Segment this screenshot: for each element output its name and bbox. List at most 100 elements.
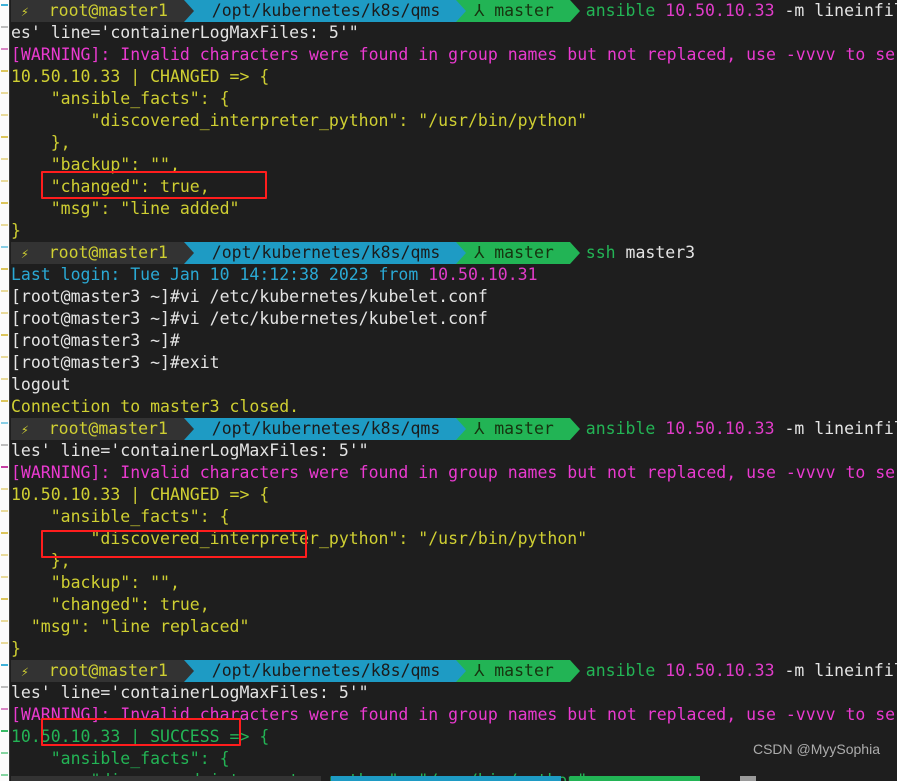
prompt-path-segment: /opt/kubernetes/k8s/qms [193, 660, 457, 682]
prompt-path-segment: /opt/kubernetes/k8s/qms [193, 418, 457, 440]
minimap-mark [1, 686, 8, 688]
status-line: 10.50.10.33 | CHANGED => { [11, 485, 270, 504]
watermark: CSDN @MyySophia [752, 741, 880, 757]
sliver-branch [570, 776, 701, 781]
minimap-mark [1, 400, 8, 402]
git-branch-icon: ⅄ [474, 243, 485, 262]
prompt-separator-icon [569, 242, 580, 264]
prompt-user-segment: ⚡ root@master1 [11, 0, 184, 22]
minimap-mark [1, 48, 8, 50]
lightning-icon: ⚡ [21, 5, 29, 20]
command-host: 10.50.10.33 [655, 419, 775, 438]
minimap-mark [1, 510, 8, 512]
json-output-line: }, [11, 551, 71, 570]
terminal-window[interactable]: ⚡ root@master1 /opt/kubernetes/k8s/qms ⅄… [0, 0, 897, 781]
terminal-screen[interactable]: ⚡ root@master1 /opt/kubernetes/k8s/qms ⅄… [11, 0, 897, 781]
prompt-separator-icon [456, 0, 467, 22]
warning-line: [WARNING]: Invalid characters were found… [11, 463, 896, 482]
prompt-separator-icon [569, 0, 580, 22]
command-text: ssh master3 [580, 242, 695, 264]
prompt-path-segment: /opt/kubernetes/k8s/qms [193, 0, 457, 22]
command-name: ansible [585, 661, 656, 680]
minimap-mark [1, 730, 8, 732]
session-output-line: [root@master3 ~]#vi /etc/kubernetes/kube… [11, 286, 897, 308]
session-output-line: [root@master3 ~]#exit [11, 352, 897, 374]
json-output-line: "ansible_facts": { [11, 89, 230, 108]
git-branch-icon: ⅄ [474, 1, 485, 20]
minimap-mark [1, 356, 8, 358]
prompt-user-segment: ⚡ root@master1 [11, 242, 184, 264]
json-output-line: } [11, 639, 21, 658]
lightning-icon: ⚡ [21, 665, 29, 680]
prompt-separator-icon [456, 660, 467, 682]
minimap-mark [1, 664, 8, 666]
prompt-line-3: ⚡ root@master1 /opt/kubernetes/k8s/qms ⅄… [11, 418, 897, 440]
command-text: ansible 10.50.10.33 -m lineinfil [580, 0, 897, 22]
sliver-path [330, 776, 561, 781]
minimap-mark [1, 708, 8, 710]
minimap-mark [1, 532, 8, 534]
minimap-mark [1, 202, 8, 204]
minimap-mark [1, 114, 8, 116]
minimap-mark [1, 136, 8, 138]
minimap-mark [1, 158, 8, 160]
sliver-cursor [739, 776, 756, 781]
command-args: master3 [615, 243, 696, 262]
command-name: ansible [585, 1, 656, 20]
command-args: -m lineinfil [774, 661, 897, 680]
minimap-mark [1, 752, 8, 754]
session-output-line: Connection to master3 closed. [11, 396, 897, 418]
prompt-separator-icon [183, 242, 194, 264]
minimap-mark [1, 598, 8, 600]
prompt-separator-icon [183, 660, 194, 682]
command-wrap-line: es' line='containerLogMaxFiles: 5'" [11, 23, 359, 42]
prompt-line-1: ⚡ root@master1 /opt/kubernetes/k8s/qms ⅄… [11, 0, 897, 22]
minimap-mark [1, 576, 8, 578]
minimap-mark [1, 268, 8, 270]
minimap-mark [1, 4, 8, 6]
json-output-line: "backup": "", [11, 573, 180, 592]
bottom-partial-prompt [11, 776, 756, 781]
session-output-line: [root@master3 ~]#vi /etc/kubernetes/kube… [11, 308, 897, 330]
json-output-line: "discovered_interpreter_python": "/usr/b… [11, 529, 588, 548]
prompt-separator-icon [456, 418, 467, 440]
json-output-line: "changed": true, [11, 177, 210, 196]
minimap-mark [1, 774, 8, 776]
command-name: ssh [585, 243, 616, 262]
sliver-gap [710, 776, 730, 781]
minimap-mark [1, 422, 8, 424]
minimap-mark [1, 180, 8, 182]
command-wrap-line: les' line='containerLogMaxFiles: 5'" [11, 683, 369, 702]
prompt-user-segment: ⚡ root@master1 [11, 418, 184, 440]
minimap-mark [1, 334, 8, 336]
prompt-line-4: ⚡ root@master1 /opt/kubernetes/k8s/qms ⅄… [11, 660, 897, 682]
session-text: [root@master3 ~]#vi /etc/kubernetes/kube… [11, 287, 488, 306]
git-branch-icon: ⅄ [474, 661, 485, 680]
json-output-line: "msg": "line replaced" [11, 617, 250, 636]
lightning-icon: ⚡ [21, 423, 29, 438]
prompt-branch-segment: ⅄ master [466, 242, 570, 264]
minimap-mark [1, 290, 8, 292]
command-wrap-line: les' line='containerLogMaxFiles: 5'" [11, 441, 369, 460]
sliver-user [11, 776, 321, 781]
minimap-mark [1, 26, 8, 28]
command-host: 10.50.10.33 [655, 661, 775, 680]
session-output-line: Last login: Tue Jan 10 14:12:38 2023 fro… [11, 264, 897, 286]
prompt-branch-segment: ⅄ master [466, 0, 570, 22]
status-line: 10.50.10.33 | CHANGED => { [11, 67, 270, 86]
session-ip: 10.50.10.31 [428, 265, 538, 284]
prompt-separator-icon [569, 418, 580, 440]
lightning-icon: ⚡ [21, 247, 29, 262]
session-text: [root@master3 ~]#vi /etc/kubernetes/kube… [11, 309, 488, 328]
command-host: 10.50.10.33 [655, 1, 775, 20]
minimap-mark [1, 224, 8, 226]
prompt-separator-icon [569, 660, 580, 682]
minimap-mark [1, 466, 8, 468]
minimap-mark [1, 620, 8, 622]
json-output-line: "ansible_facts": { [11, 507, 230, 526]
minimap-strip[interactable] [0, 0, 10, 781]
prompt-path-segment: /opt/kubernetes/k8s/qms [193, 242, 457, 264]
command-text: ansible 10.50.10.33 -m lineinfil [580, 418, 897, 440]
minimap-mark [1, 488, 8, 490]
prompt-branch-segment: ⅄ master [466, 418, 570, 440]
